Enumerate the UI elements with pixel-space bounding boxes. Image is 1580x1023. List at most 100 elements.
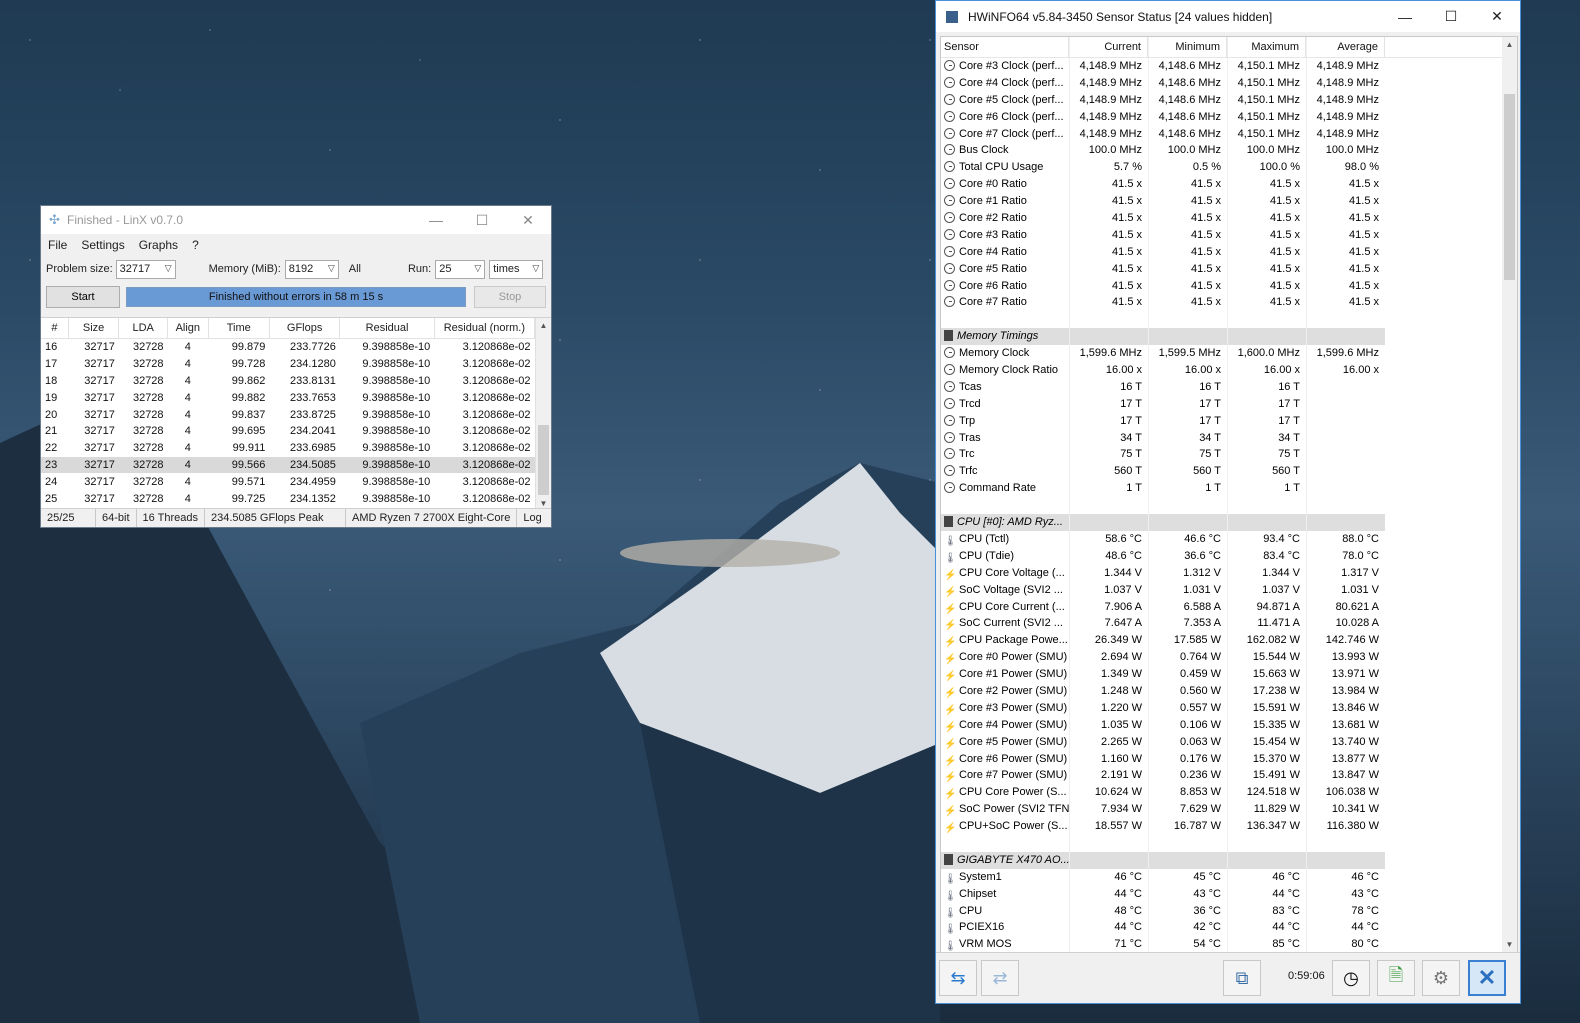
sensor-row[interactable]: Memory Clock 1,599.6 MHz 1,599.5 MHz 1,600.…	[941, 345, 1517, 363]
scroll-up-icon[interactable]: ▲	[1502, 37, 1517, 52]
sensor-row[interactable]: Core #3 Clock (perf... 4,148.9 MHz 4,148.6…	[941, 58, 1517, 75]
table-row[interactable]: 20 32717 32728 4 99.837 233.8725 9.398858e-10 3…	[41, 406, 535, 423]
run-mode-combo[interactable]: times ▽	[489, 259, 544, 279]
sensor-row[interactable]: Core #0 Ratio 41.5 x 41.5 x 41.5 x 41.5 x	[941, 176, 1517, 194]
sensor-row[interactable]: ⚡ CPU+SoC Power (S... 18.557 W 16.787 W 136.…	[941, 818, 1517, 835]
sensor-row[interactable]: Bus Clock 100.0 MHz 100.0 MHz 100.0 MHz 100.…	[941, 142, 1517, 160]
sensor-row[interactable]	[941, 834, 1517, 852]
minimize-button[interactable]: —	[413, 206, 459, 234]
sensor-row[interactable]: Tras 34 T 34 T 34 T	[941, 429, 1517, 447]
sensor-row[interactable]: 🌡 CPU (Tdie) 48.6 °C 36.6 °C 83.4 °C 78.0 °C	[941, 547, 1517, 565]
sensor-row[interactable]	[941, 311, 1517, 329]
sensor-row[interactable]: ⚡ CPU Core Current (... 7.906 A 6.588 A 94.8…	[941, 598, 1517, 616]
sensor-row[interactable]: Trfc 560 T 560 T 560 T	[941, 463, 1517, 481]
scrollbar-thumb[interactable]	[538, 425, 549, 495]
close-button[interactable]: ✕	[505, 206, 551, 234]
maximize-button[interactable]: ☐	[459, 206, 505, 234]
scrollbar-thumb[interactable]	[1504, 94, 1515, 280]
problem-size-combo[interactable]: 32717 ▽	[115, 259, 176, 279]
sensor-row[interactable]: ⚡ SoC Power (SVI2 TFN) 7.934 W 7.629 W 11.82…	[941, 801, 1517, 819]
sensor-group-row[interactable]: CPU [#0]: AMD Ryz...	[941, 514, 1517, 531]
column-header[interactable]: #	[41, 318, 69, 339]
maximize-button[interactable]: ☐	[1428, 3, 1474, 31]
sensor-row[interactable]: Core #3 Ratio 41.5 x 41.5 x 41.5 x 41.5 x	[941, 226, 1517, 244]
sensor-row[interactable]: Core #6 Clock (perf... 4,148.9 MHz 4,148.6…	[941, 108, 1517, 126]
sensor-row[interactable]: 🌡 CPU (Tctl) 58.6 °C 46.6 °C 93.4 °C 88.0 °C	[941, 530, 1517, 548]
sensor-row[interactable]: 🌡 Chipset 44 °C 43 °C 44 °C 43 °C	[941, 885, 1517, 903]
add-report-icon[interactable]: 🗎	[1377, 960, 1415, 996]
sensor-row[interactable]: ⚡ Core #1 Power (SMU) 1.349 W 0.459 W 15.663…	[941, 666, 1517, 683]
table-row[interactable]: 25 32717 32728 4 99.725 234.1352 9.398858e-10 3…	[41, 490, 535, 507]
sensor-row[interactable]: Command Rate 1 T1 T1 T	[941, 480, 1517, 498]
column-header[interactable]: Average	[1306, 37, 1385, 57]
sensor-row[interactable]: Trc 75 T 75 T 75 T	[941, 446, 1517, 464]
column-header[interactable]: Size	[68, 318, 120, 339]
sensor-row[interactable]: ⚡ Core #2 Power (SMU) 1.248 W 0.560 W 17.238…	[941, 682, 1517, 700]
table-row[interactable]: 19 32717 32728 4 99.882 233.7653 9.398858e-10 3…	[41, 389, 535, 406]
sensor-row[interactable]: Core #4 Clock (perf... 4,148.9 MHz 4,148.6…	[941, 74, 1517, 92]
sensor-row[interactable]: ⚡ Core #0 Power (SMU) 2.694 W 0.764 W 15.544…	[941, 649, 1517, 667]
sensor-row[interactable]: ⚡ SoC Voltage (SVI2 ... 1.037 V 1.031 V 1.03…	[941, 581, 1517, 599]
sensor-row[interactable]: ⚡ Core #4 Power (SMU) 1.035 W 0.106 W 15.335…	[941, 716, 1517, 734]
sensor-row[interactable]: 🌡 PCIEX16 44 °C 42 °C 44 °C 44 °C	[941, 919, 1517, 937]
table-row[interactable]: 17 32717 32728 4 99.728 234.1280 9.398858e-10 3…	[41, 356, 535, 373]
sensor-row[interactable]: ⚡ SoC Current (SVI2 ... 7.647 A 7.353 A 11.4…	[941, 615, 1517, 633]
minimize-button[interactable]: —	[1382, 3, 1428, 31]
sensor-row[interactable]: Core #4 Ratio 41.5 x 41.5 x 41.5 x 41.5 x	[941, 243, 1517, 261]
menu-file[interactable]: File	[48, 238, 67, 252]
sensor-row[interactable]: Core #5 Clock (perf... 4,148.9 MHz 4,148.6…	[941, 91, 1517, 109]
network-icon[interactable]: ⧉	[1223, 960, 1261, 996]
table-row[interactable]: 23 32717 32728 4 99.566 234.5085 9.398858e-10 3…	[41, 456, 535, 474]
sensor-row[interactable]: Core #2 Ratio 41.5 x 41.5 x 41.5 x 41.5 x	[941, 210, 1517, 227]
menu-graphs[interactable]: Graphs	[139, 238, 178, 252]
column-header[interactable]: Align	[167, 318, 209, 339]
sensor-row[interactable]: 🌡 VRM MOS 71 °C 54 °C 85 °C 80 °C	[941, 936, 1517, 952]
close-button[interactable]: ✕	[1474, 3, 1520, 31]
sensor-row[interactable]: Core #7 Ratio 41.5 x 41.5 x 41.5 x 41.5 x	[941, 294, 1517, 312]
results-scrollbar[interactable]: ▲ ▼	[535, 318, 551, 511]
sensor-row[interactable]: Total CPU Usage 5.7 % 0.5 % 100.0 % 98.0 %	[941, 159, 1517, 177]
navigate-arrows-icon[interactable]: ⇆	[939, 960, 977, 996]
sensor-row[interactable]: Trp 17 T 17 T 17 T	[941, 412, 1517, 430]
column-header[interactable]: Residual	[339, 318, 435, 339]
memory-combo[interactable]: 8192 ▽	[284, 259, 339, 279]
column-header[interactable]: Time	[208, 318, 270, 339]
scroll-down-icon[interactable]: ▼	[1502, 937, 1517, 952]
gear-icon[interactable]: ⚙	[1422, 960, 1460, 996]
column-header[interactable]: Sensor	[941, 37, 1069, 57]
sensor-row[interactable]: 🌡 CPU 48 °C 36 °C 83 °C 78 °C	[941, 902, 1517, 920]
sensor-row[interactable]: ⚡ CPU Package Powe... 26.349 W 17.585 W 162.…	[941, 632, 1517, 650]
sensor-row[interactable]: ⚡ CPU Core Power (S... 10.624 W 8.853 W 124.…	[941, 784, 1517, 802]
sensor-row[interactable]: Core #7 Clock (perf... 4,148.9 MHz 4,148.6…	[941, 125, 1517, 143]
log-button[interactable]: Log	[517, 509, 547, 527]
table-row[interactable]: 21 32717 32728 4 99.695 234.2041 9.398858e-10 3…	[41, 423, 535, 440]
column-header[interactable]: Current	[1069, 37, 1148, 57]
column-header[interactable]: Minimum	[1148, 37, 1227, 57]
sensor-row[interactable]: Core #5 Ratio 41.5 x 41.5 x 41.5 x 41.5 x	[941, 260, 1517, 278]
sensor-row[interactable]: ⚡ Core #6 Power (SMU) 1.160 W 0.176 W 15.370…	[941, 750, 1517, 768]
table-row[interactable]: 18 32717 32728 4 99.862 233.8131 9.398858e-10 3…	[41, 373, 535, 390]
column-header[interactable]: LDA	[118, 318, 169, 339]
sensor-row[interactable]: Core #6 Ratio 41.5 x 41.5 x 41.5 x 41.5 x	[941, 277, 1517, 295]
sensor-row[interactable]: Core #1 Ratio 41.5 x 41.5 x 41.5 x 41.5 x	[941, 193, 1517, 211]
all-checkbox-label[interactable]: All	[349, 263, 361, 275]
sensor-row[interactable]: ⚡ Core #5 Power (SMU) 2.265 W 0.063 W 15.454…	[941, 733, 1517, 751]
table-row[interactable]: 16 32717 32728 4 99.879 233.7726 9.398858e-10 3…	[41, 339, 535, 356]
sensor-row[interactable]: Trcd 17 T 17 T 17 T	[941, 395, 1517, 413]
sensor-row[interactable]: Tcas 16 T 16 T 16 T	[941, 378, 1517, 396]
table-row[interactable]: 24 32717 32728 4 99.571 234.4959 9.398858e-10 3…	[41, 473, 535, 490]
sensor-group-row[interactable]: Memory Timings	[941, 328, 1517, 346]
start-button[interactable]: Start	[46, 286, 120, 308]
sensor-row[interactable]: ⚡ Core #7 Power (SMU) 2.191 W 0.236 W 15.491…	[941, 767, 1517, 785]
clock-icon[interactable]: ◷	[1332, 960, 1370, 996]
sensor-list-scrollbar[interactable]: ▲ ▼	[1502, 37, 1517, 952]
column-header[interactable]: Residual (norm.)	[434, 318, 536, 339]
menu-help[interactable]: ?	[192, 238, 199, 252]
sensor-row[interactable]: 🌡 System1 46 °C 45 °C 46 °C 46 °C	[941, 868, 1517, 886]
stop-button[interactable]: Stop	[474, 286, 546, 308]
column-header[interactable]: Maximum	[1227, 37, 1306, 57]
close-icon[interactable]: ✕	[1468, 960, 1506, 996]
collapse-arrows-icon[interactable]: ⇄	[981, 960, 1019, 996]
column-header[interactable]: GFlops	[269, 318, 341, 339]
sensor-row[interactable]	[941, 497, 1517, 515]
